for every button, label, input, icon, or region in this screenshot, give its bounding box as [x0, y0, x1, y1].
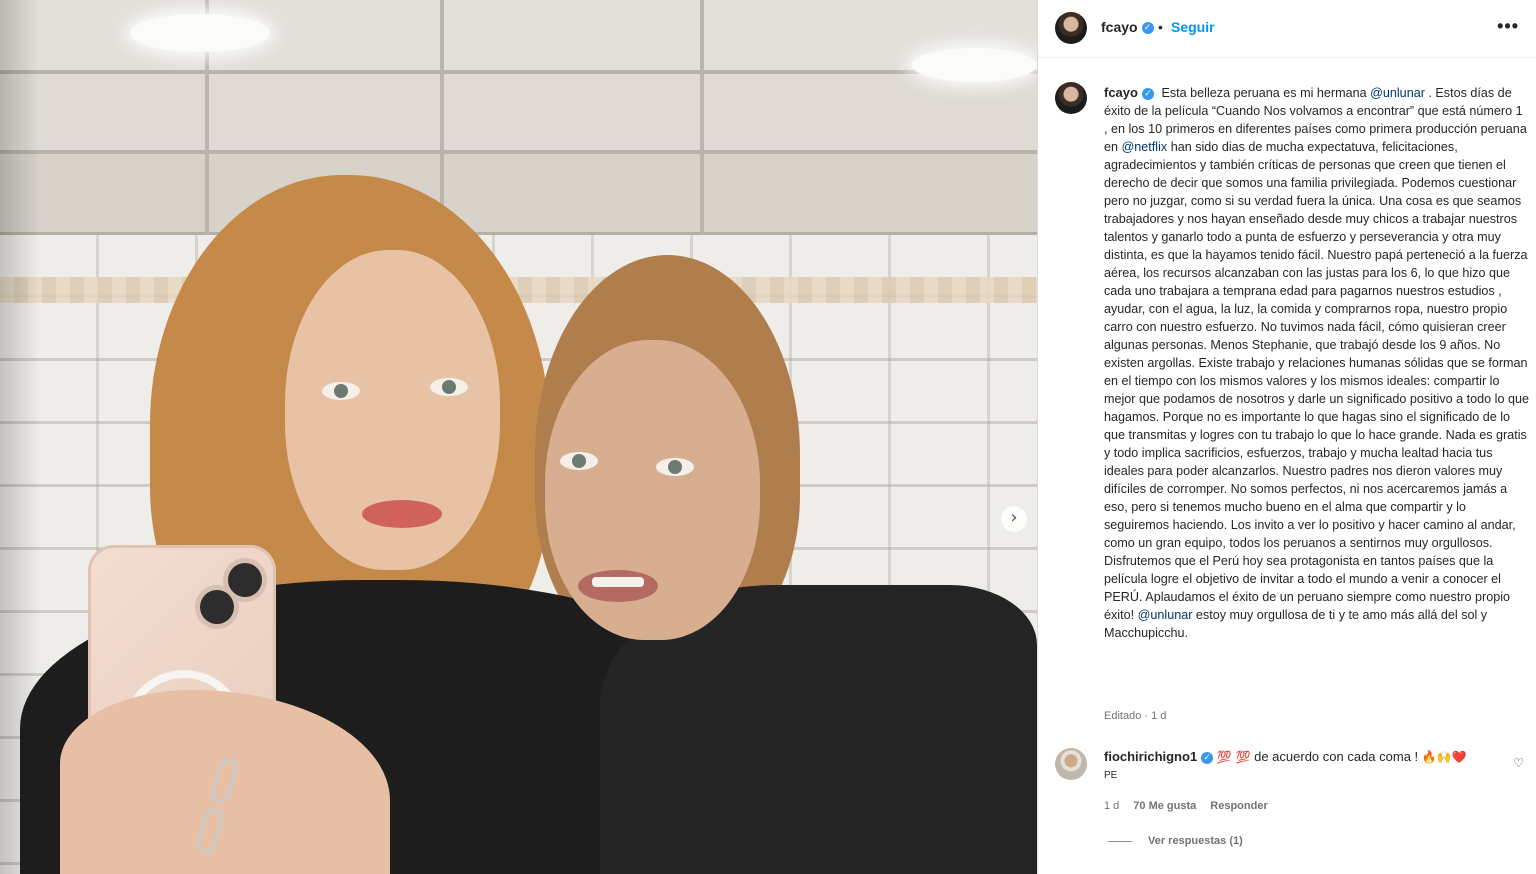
post-photo[interactable]: ›: [0, 0, 1037, 874]
separator-dot: •: [1158, 19, 1163, 35]
eye: [322, 382, 360, 400]
commenter-avatar[interactable]: [1055, 748, 1087, 780]
comment-body: de acuerdo con cada coma !: [1250, 749, 1422, 764]
caption-meta: Editado · 1 d: [1104, 710, 1167, 722]
commenter-username[interactable]: fiochirichigno1 ✓: [1104, 749, 1214, 764]
camera-lens: [228, 563, 262, 597]
next-photo-button[interactable]: ›: [1001, 506, 1027, 532]
verified-icon: ✓: [1201, 751, 1214, 764]
comment-time: 1 d: [1104, 800, 1120, 812]
teeth: [592, 577, 644, 587]
ceiling-light: [912, 48, 1037, 82]
comment-text: fiochirichigno1 ✓ 💯 💯 de acuerdo con cada…: [1104, 748, 1494, 766]
author-avatar[interactable]: [1055, 12, 1087, 44]
reply-button[interactable]: Responder: [1210, 800, 1267, 812]
eye: [430, 378, 468, 396]
caption-author-avatar[interactable]: [1055, 82, 1087, 114]
eye: [656, 458, 694, 476]
comment-actions: 1 d 70 Me gusta Responder: [1104, 800, 1282, 812]
mention-link[interactable]: @unlunar: [1138, 608, 1193, 622]
lips: [362, 500, 442, 528]
eye: [560, 452, 598, 470]
post-caption: fcayo ✓ Esta belleza peruana es mi herman…: [1104, 84, 1529, 642]
view-replies-button[interactable]: Ver respuestas (1): [1108, 835, 1243, 847]
person-right-face: [545, 340, 760, 640]
verified-icon: ✓: [1141, 87, 1154, 100]
commenter-username-text[interactable]: fiochirichigno1: [1104, 749, 1197, 764]
comment-likes-button[interactable]: 70 Me gusta: [1133, 800, 1196, 812]
verified-icon: ✓: [1141, 22, 1154, 35]
camera-lens: [200, 590, 234, 624]
emoji-reactions: 🔥🙌❤️: [1421, 750, 1467, 764]
caption-text: Esta belleza peruana es mi hermana: [1161, 86, 1371, 100]
ceiling-light: [130, 14, 270, 52]
emoji-hundred: 💯 💯: [1216, 750, 1251, 764]
instagram-post-view: › fcayo ✓ • Seguir ••• fcayo ✓ Esta bellez…: [0, 0, 1536, 874]
more-options-icon[interactable]: •••: [1497, 16, 1519, 37]
follow-button[interactable]: Seguir: [1171, 19, 1215, 35]
mention-link[interactable]: @netflix: [1122, 140, 1168, 154]
comment-subtext: PE: [1104, 770, 1118, 781]
author-username[interactable]: fcayo ✓: [1101, 19, 1154, 35]
caption-username-text[interactable]: fcayo: [1104, 85, 1138, 100]
post-header: fcayo ✓ • Seguir •••: [1038, 0, 1536, 58]
like-comment-heart-icon[interactable]: ♡: [1513, 756, 1524, 770]
post-sidebar: fcayo ✓ • Seguir ••• fcayo ✓ Esta belleza …: [1037, 0, 1536, 874]
caption-text: han sido dias de mucha expectatuva, feli…: [1104, 140, 1529, 622]
caption-username[interactable]: fcayo ✓: [1104, 85, 1154, 100]
author-username-text[interactable]: fcayo: [1101, 19, 1138, 35]
mention-link[interactable]: @unlunar: [1370, 86, 1425, 100]
